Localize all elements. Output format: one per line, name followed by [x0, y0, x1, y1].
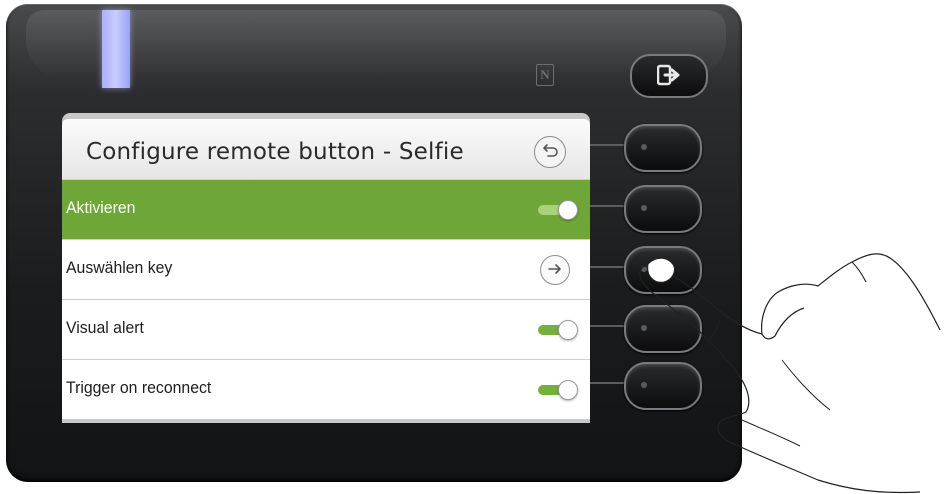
pointing-hand-illustration: [639, 253, 941, 494]
